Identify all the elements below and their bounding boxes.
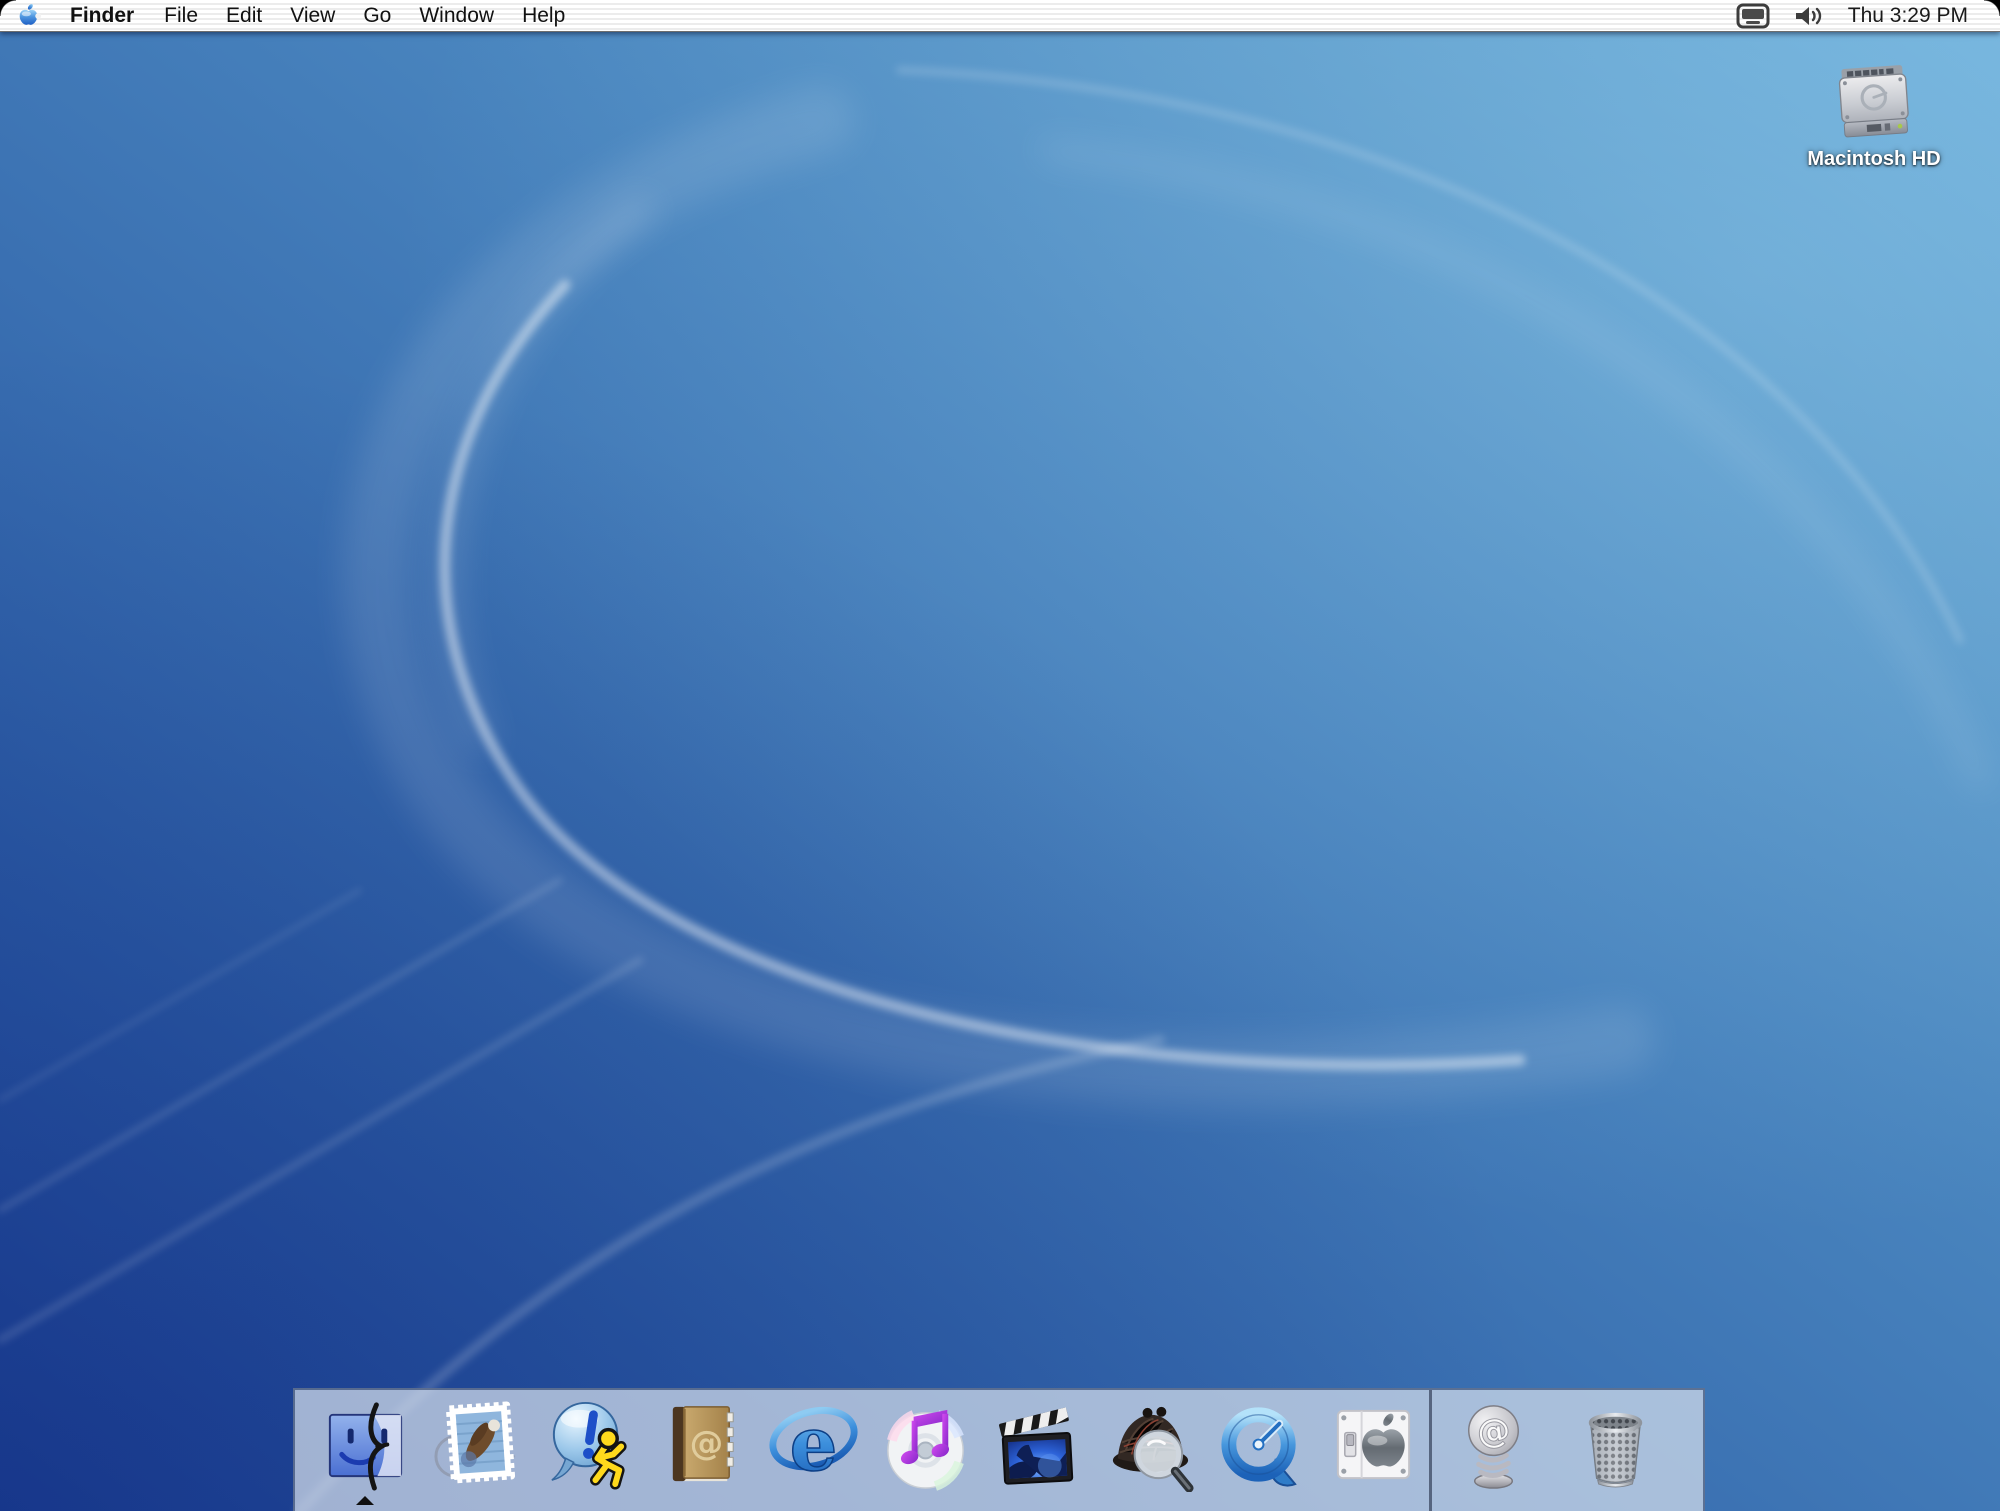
screen-corner-top-left <box>0 0 16 16</box>
menu-help[interactable]: Help <box>508 0 579 31</box>
menu-window[interactable]: Window <box>405 0 508 31</box>
displays-icon <box>1736 3 1770 29</box>
dock-item-address-book[interactable]: @ <box>645 1397 757 1492</box>
menu-list: Finder File Edit View Go Window Help <box>56 0 579 31</box>
trash-mesh-icon <box>1568 1397 1663 1492</box>
dock-item-imovie[interactable] <box>981 1397 1093 1492</box>
volume-icon <box>1794 4 1824 28</box>
apple-logo-icon <box>15 2 42 29</box>
menu-go[interactable]: Go <box>349 0 405 31</box>
itunes-cd-note-icon <box>878 1397 973 1492</box>
desktop-icon-macintosh-hd[interactable]: Macintosh HD <box>1822 58 1926 171</box>
menu-bar-status-area: Thu 3:29 PM <box>1736 0 2000 31</box>
menu-view[interactable]: View <box>276 0 349 31</box>
aim-messenger-icon <box>542 1397 637 1492</box>
dock-item-trash[interactable] <box>1554 1397 1676 1492</box>
system-preferences-icon <box>1326 1397 1421 1492</box>
screen-corner-top-right <box>1984 0 2000 16</box>
menu-edit[interactable]: Edit <box>212 0 276 31</box>
dock-item-mail[interactable] <box>421 1397 533 1492</box>
menu-bar-clock[interactable]: Thu 3:29 PM <box>1848 4 1968 28</box>
svg-text:e: e <box>789 1399 837 1488</box>
dock-item-internet-explorer[interactable]: e <box>757 1397 869 1492</box>
dock-item-aim[interactable] <box>533 1397 645 1492</box>
dock-item-quicktime[interactable] <box>1205 1397 1317 1492</box>
desktop-icon-label: Macintosh HD <box>1807 148 1940 171</box>
address-book-icon: @ <box>654 1397 749 1492</box>
dock-item-finder[interactable] <box>309 1397 421 1492</box>
dock-item-system-preferences[interactable] <box>1317 1397 1429 1492</box>
desktop-wallpaper <box>0 0 2000 1511</box>
dock: @ e <box>293 1388 1705 1511</box>
displays-menu-extra[interactable] <box>1736 3 1770 29</box>
svg-text:@: @ <box>1474 1409 1513 1452</box>
menu-bar: Finder File Edit View Go Window Help Thu… <box>0 0 2000 32</box>
internet-explorer-icon: e <box>766 1397 861 1492</box>
running-indicator <box>356 1496 374 1505</box>
volume-menu-extra[interactable] <box>1794 4 1824 28</box>
at-spring-icon: @ <box>1446 1397 1541 1492</box>
wallpaper-swirls <box>0 0 2000 1511</box>
mail-stamp-icon <box>430 1397 525 1492</box>
finder-icon <box>318 1397 413 1492</box>
menu-finder[interactable]: Finder <box>56 0 150 31</box>
svg-text:@: @ <box>689 1423 723 1462</box>
dock-item-itunes[interactable] <box>869 1397 981 1492</box>
menu-file[interactable]: File <box>150 0 212 31</box>
dock-item-apple-web-link[interactable]: @ <box>1432 1397 1554 1492</box>
hard-drive-icon <box>1831 58 1917 144</box>
dock-item-sherlock[interactable] <box>1093 1397 1205 1492</box>
imovie-clapperboard-icon <box>990 1397 1085 1492</box>
sherlock-hat-magnifier-icon <box>1102 1397 1197 1492</box>
quicktime-q-icon <box>1214 1397 1309 1492</box>
